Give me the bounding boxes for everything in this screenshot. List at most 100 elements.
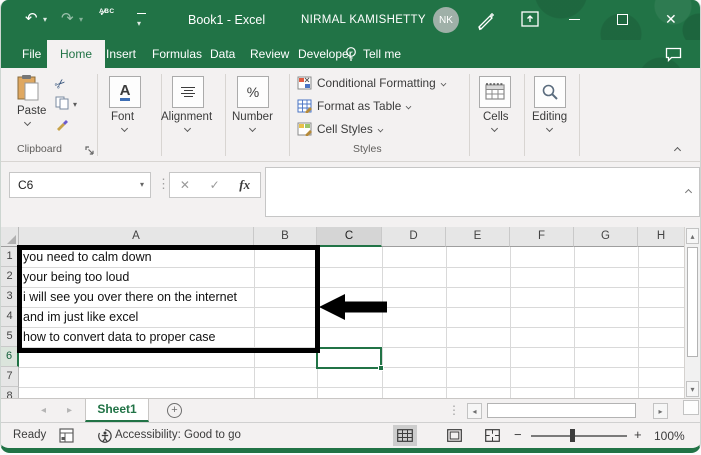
cut-icon[interactable]: ✂ [51, 74, 70, 93]
tell-me-button[interactable]: Tell me [345, 40, 401, 68]
avatar[interactable]: NK [433, 7, 459, 33]
name-box-value: C6 [18, 178, 34, 192]
column-header-A[interactable]: A [19, 227, 254, 247]
ribbon-tab-row: File Home Insert Formulas Data Review De… [1, 40, 700, 68]
name-box[interactable]: C6 ▾ [9, 172, 151, 198]
name-box-dropdown-icon[interactable]: ▾ [140, 173, 144, 197]
minimize-button[interactable] [569, 19, 580, 20]
cells-dropdown[interactable] [490, 124, 499, 133]
horizontal-scroll-thumb[interactable] [487, 403, 636, 418]
copy-icon[interactable] [55, 96, 69, 115]
group-divider [524, 74, 525, 156]
zoom-level[interactable]: 100% [654, 429, 685, 443]
vertical-scroll-thumb[interactable] [687, 247, 698, 357]
ribbon-display-options-button[interactable] [521, 11, 539, 32]
sheet-tab-sheet1[interactable]: Sheet1 [85, 399, 149, 422]
zoom-slider-track[interactable] [531, 435, 627, 437]
cell-styles-button[interactable]: Cell Styles [297, 122, 384, 136]
comment-icon[interactable] [665, 47, 682, 67]
column-header-C[interactable]: C [317, 227, 382, 247]
font-dropdown[interactable] [120, 124, 129, 133]
customize-qat-icon [137, 13, 146, 14]
conditional-formatting-button[interactable]: Conditional Formatting [297, 76, 447, 90]
window-title: Book1 - Excel [188, 13, 266, 27]
zoom-slider-thumb[interactable] [570, 429, 575, 442]
gridline [19, 387, 684, 388]
clipboard-dialog-launcher[interactable] [85, 143, 95, 161]
undo-button[interactable]: ↶ [25, 11, 38, 26]
customize-qat-button[interactable]: ▾ [137, 13, 146, 31]
close-button[interactable]: ✕ [665, 12, 677, 27]
alignment-dropdown[interactable] [183, 124, 192, 133]
tell-me-label: Tell me [363, 47, 402, 61]
collapse-ribbon-button[interactable] [673, 146, 682, 155]
fill-handle[interactable] [378, 365, 384, 371]
font-button[interactable]: A [109, 76, 141, 108]
paste-dropdown[interactable] [23, 118, 32, 127]
formula-bar-strip: C6 ▾ ⋮ ✕ ✓ fx [1, 162, 700, 227]
styles-group-label: Styles [353, 143, 382, 155]
column-header-G[interactable]: G [574, 227, 638, 247]
paste-button[interactable] [15, 74, 41, 107]
alignment-button[interactable] [172, 76, 204, 108]
worksheet-grid[interactable]: A B C D E F G H 1 2 3 4 5 6 7 8 you need… [1, 227, 684, 398]
copy-dropdown[interactable]: ▾ [73, 100, 77, 109]
row-header-7[interactable]: 7 [1, 367, 19, 387]
hscroll-right-button[interactable]: ▸ [653, 403, 668, 419]
select-all-button[interactable] [1, 227, 19, 247]
number-button[interactable]: % [237, 76, 269, 108]
column-header-F[interactable]: F [510, 227, 574, 247]
column-header-B[interactable]: B [254, 227, 317, 247]
spelling-check-icon: ✓ [99, 7, 109, 19]
undo-dropdown[interactable]: ▾ [43, 15, 47, 24]
format-as-table-button[interactable]: Format as Table [297, 99, 412, 113]
conditional-formatting-label: Conditional Formatting [317, 76, 436, 90]
paste-label: Paste [17, 105, 47, 117]
magnifier-icon [542, 84, 558, 100]
title-bar: ↶ ▾ ↷ ▾ ABC ✓ ▾ Book1 - Excel NIRMAL KAM… [1, 0, 700, 40]
next-sheet-button[interactable]: ▸ [67, 405, 72, 416]
redo-button[interactable]: ↷ [61, 11, 74, 26]
formula-input[interactable] [265, 167, 700, 217]
view-page-layout-button[interactable] [442, 425, 466, 446]
user-name[interactable]: NIRMAL KAMISHETTY [301, 14, 426, 26]
editing-button[interactable] [534, 76, 566, 108]
selected-cell-C6[interactable] [316, 347, 384, 371]
row-header-8[interactable]: 8 [1, 387, 19, 398]
accessibility-status[interactable]: Accessibility: Good to go [115, 429, 241, 441]
macro-record-icon[interactable] [59, 428, 74, 448]
prev-sheet-button[interactable]: ◂ [41, 405, 46, 416]
column-header-D[interactable]: D [382, 227, 446, 247]
number-dropdown[interactable] [248, 124, 257, 133]
new-sheet-button[interactable]: + [167, 403, 182, 418]
column-header-E[interactable]: E [446, 227, 510, 247]
cancel-entry-icon[interactable]: ✕ [180, 178, 190, 192]
cells-icon [485, 83, 505, 100]
cells-button[interactable] [479, 76, 511, 108]
accessibility-icon[interactable] [97, 428, 113, 448]
expand-formula-bar-icon[interactable] [684, 188, 693, 197]
maximize-button[interactable] [617, 14, 628, 25]
format-painter-icon[interactable] [55, 116, 70, 136]
redo-dropdown[interactable]: ▾ [79, 15, 83, 24]
formula-buttons: ✕ ✓ fx [169, 172, 261, 198]
zoom-in-button[interactable]: + [634, 427, 642, 442]
scroll-up-button[interactable]: ▴ [686, 228, 699, 244]
cell-styles-dropdown [377, 126, 384, 132]
group-divider [579, 74, 580, 156]
insert-function-icon[interactable]: fx [239, 177, 250, 193]
inking-pen-icon[interactable] [475, 9, 497, 36]
vertical-scrollbar[interactable]: ▴ ▾ [684, 227, 700, 398]
annotation-arrow [319, 293, 387, 326]
scroll-down-button[interactable]: ▾ [686, 381, 699, 397]
zoom-out-button[interactable]: − [514, 427, 522, 442]
view-normal-button[interactable] [393, 425, 417, 446]
enter-entry-icon[interactable]: ✓ [210, 178, 220, 192]
column-header-H[interactable]: H [638, 227, 684, 247]
hscroll-left-button[interactable]: ◂ [467, 403, 482, 419]
editing-dropdown[interactable] [545, 124, 554, 133]
view-page-break-button[interactable] [480, 425, 504, 446]
gridline [510, 247, 511, 398]
group-divider [469, 74, 470, 156]
excel-window: ↶ ▾ ↷ ▾ ABC ✓ ▾ Book1 - Excel NIRMAL KAM… [0, 0, 701, 453]
